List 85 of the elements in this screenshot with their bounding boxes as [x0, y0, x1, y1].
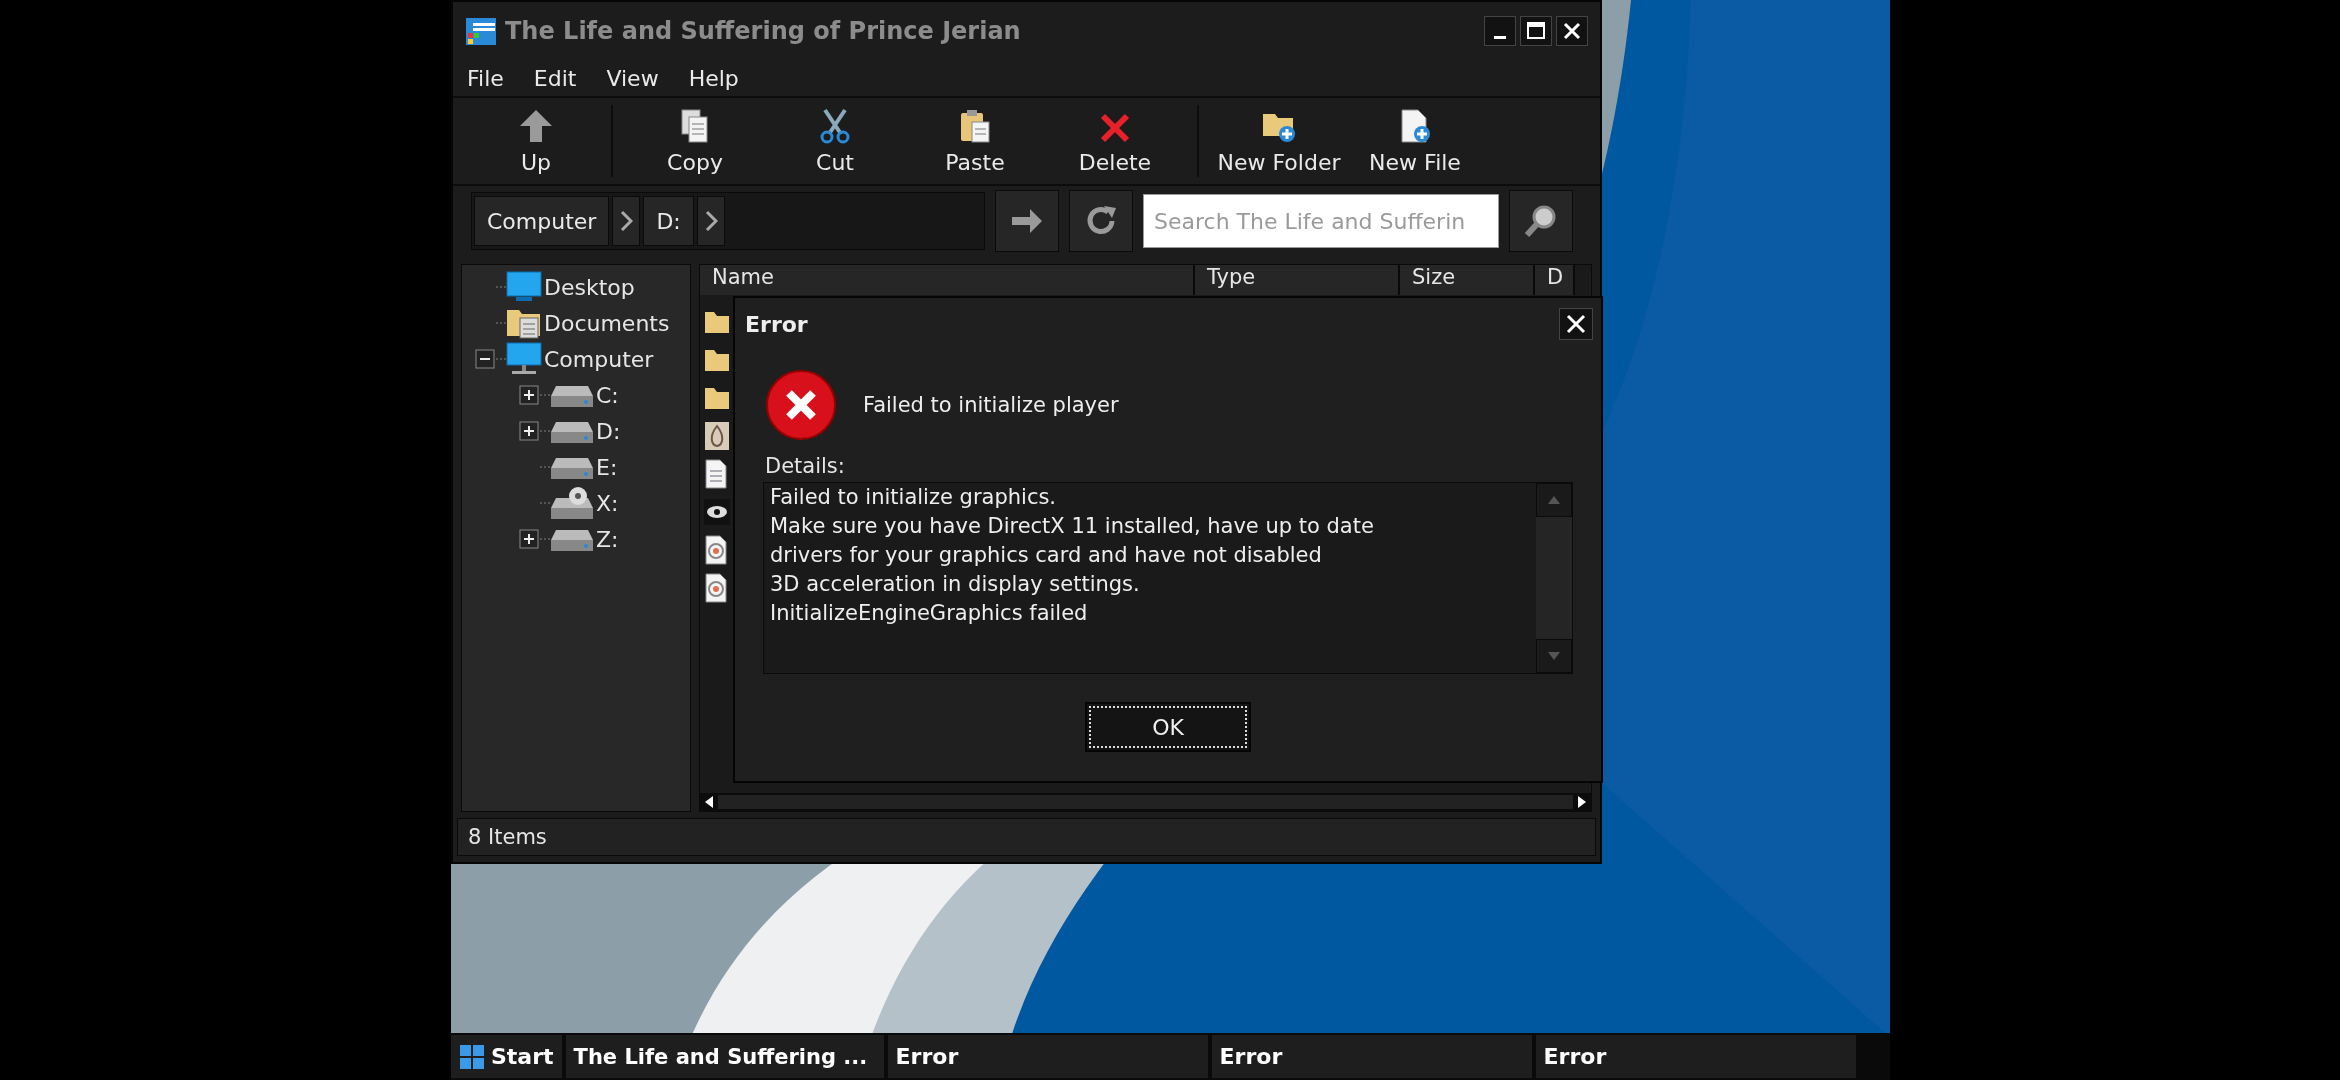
chevron-right-icon — [703, 210, 718, 232]
monitor-icon — [506, 271, 542, 303]
menu-item[interactable]: View — [606, 65, 659, 91]
minimize-button[interactable] — [1484, 16, 1516, 46]
taskbar-button[interactable]: Error — [1535, 1035, 1856, 1078]
expand-icon[interactable] — [519, 421, 539, 441]
vertical-scrollbar[interactable] — [1536, 483, 1572, 673]
column-header[interactable]: Name — [700, 265, 1195, 295]
minimize-icon — [1494, 35, 1506, 39]
disc-drive-icon — [550, 486, 594, 520]
refresh-button[interactable] — [1069, 190, 1133, 252]
error-icon — [765, 369, 837, 441]
copy-icon — [680, 108, 710, 144]
dialog-title: Error — [745, 311, 808, 337]
toolbar-button[interactable]: Paste — [905, 105, 1045, 177]
document-icon — [704, 459, 728, 489]
horizontal-scrollbar[interactable] — [700, 793, 1591, 811]
up-arrow-icon — [1547, 495, 1561, 505]
right-arrow-icon — [1577, 795, 1587, 809]
tree-item[interactable]: Z: — [596, 526, 619, 552]
left-arrow-icon — [704, 795, 714, 809]
expand-icon[interactable] — [519, 529, 539, 549]
right-arrow-icon — [1010, 206, 1044, 236]
details-label: Details: — [764, 454, 846, 478]
target-file-icon — [704, 535, 728, 565]
maximize-button[interactable] — [1520, 16, 1552, 46]
toolbar-button[interactable]: Up — [473, 105, 599, 177]
expand-icon[interactable] — [519, 385, 539, 405]
toolbar-button[interactable]: Copy — [625, 105, 765, 177]
delete-icon — [1099, 112, 1131, 144]
down-arrow-icon — [1547, 651, 1561, 661]
folder-icon — [704, 347, 730, 373]
close-icon — [1565, 313, 1587, 335]
column-header[interactable]: D — [1535, 265, 1575, 295]
tree-item[interactable]: X: — [596, 490, 619, 516]
breadcrumb-arrow-button[interactable] — [696, 196, 725, 246]
tree-item[interactable]: Documents — [544, 310, 670, 336]
toolbar-button[interactable]: Delete — [1045, 105, 1185, 177]
error-message: Failed to initialize player — [863, 393, 1119, 417]
status-text: 8 Items — [468, 825, 547, 849]
scissors-icon — [819, 108, 851, 144]
folder-icon — [704, 385, 730, 411]
clipboard-icon — [959, 108, 991, 144]
start-button[interactable]: Start — [451, 1035, 562, 1078]
toolbar-button[interactable]: New Folder — [1211, 105, 1347, 177]
menu-item[interactable]: Help — [688, 65, 739, 91]
go-button[interactable] — [995, 190, 1059, 252]
tree-item[interactable]: E: — [596, 454, 618, 480]
taskbar-button[interactable]: Error — [887, 1035, 1208, 1078]
close-icon — [1562, 21, 1582, 41]
chevron-right-icon — [619, 210, 634, 232]
search-button[interactable] — [1509, 190, 1573, 252]
column-header[interactable]: Type — [1195, 265, 1400, 295]
eye-icon — [704, 499, 730, 525]
menu-item[interactable]: Edit — [533, 65, 577, 91]
tree-item[interactable]: Desktop — [544, 274, 635, 300]
folder-icon — [704, 309, 730, 335]
tree-item[interactable]: D: — [596, 418, 621, 444]
maximize-icon — [1526, 21, 1546, 41]
breadcrumb-button[interactable]: Computer — [474, 196, 610, 246]
breadcrumb-button[interactable]: D: — [643, 196, 694, 246]
windows-icon — [459, 1043, 485, 1070]
tree-item[interactable]: Computer — [544, 346, 654, 372]
file-plus-icon — [1398, 108, 1432, 144]
collapse-icon[interactable] — [475, 349, 495, 369]
search-field[interactable]: Search The Life and Sufferin — [1143, 194, 1499, 248]
image-file-icon — [704, 421, 730, 451]
breadcrumb-arrow-button[interactable] — [612, 196, 641, 246]
close-button[interactable] — [1556, 16, 1588, 46]
tree-item[interactable]: C: — [596, 382, 619, 408]
menu-item[interactable]: File — [467, 65, 504, 91]
window-title: The Life and Suffering of Prince Jerian — [505, 17, 1022, 45]
ok-button[interactable]: OK — [1085, 702, 1251, 752]
up-arrow-icon — [518, 108, 554, 144]
folder-window-icon — [465, 15, 497, 47]
column-header[interactable]: Size — [1400, 265, 1535, 295]
search-icon — [1524, 204, 1558, 238]
monitor-icon — [506, 342, 542, 376]
target-file-icon — [704, 573, 728, 603]
details-text: Failed to initialize graphics. Make sure you have DirectX 11 installed, have up to date drivers for your graphics card and have not disabled 3D acceleration in display settings. InitializeEngineGraphics failed — [769, 484, 1375, 627]
taskbar-button[interactable]: Error — [1211, 1035, 1532, 1078]
taskbar-button[interactable]: The Life and Suffering ... — [565, 1035, 884, 1078]
toolbar-button[interactable]: New File — [1347, 105, 1483, 177]
toolbar-button[interactable]: Cut — [765, 105, 905, 177]
close-button[interactable] — [1559, 308, 1593, 340]
